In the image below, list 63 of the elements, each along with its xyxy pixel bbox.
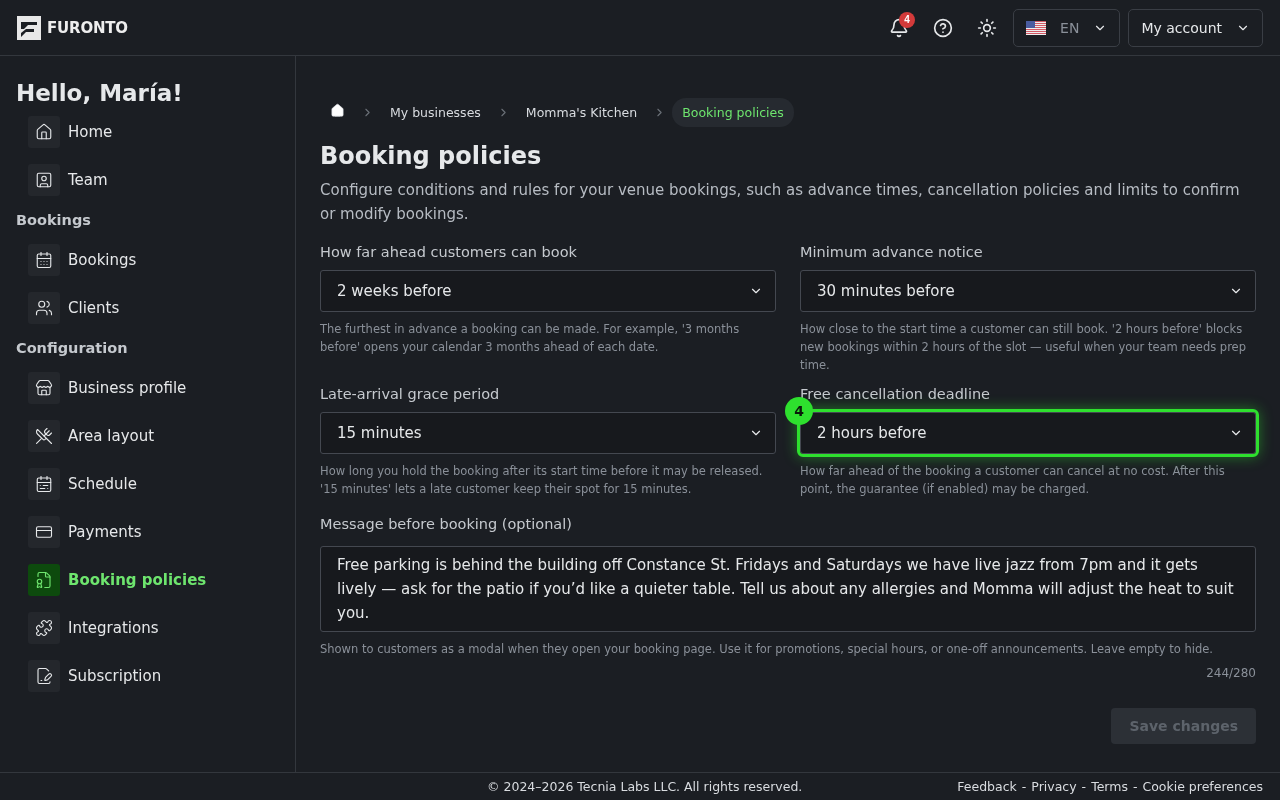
- store-icon: [28, 372, 60, 404]
- sidebar-section-title: Configuration: [16, 340, 129, 356]
- select-field[interactable]: 15 minutes: [320, 412, 776, 454]
- house-icon: [28, 116, 60, 148]
- help-text: How close to the start time a customer can still book. '2 hours before' blocks new bookings within 2 hours of the slot — useful when your team needs prep time.: [800, 321, 1247, 374]
- help-text: The furthest in advance a booking can be made. For example, '3 months before' opens your calendar 3 months ahead of each date.: [320, 321, 741, 356]
- notification-count: 4: [899, 11, 916, 28]
- sidebar-section-title: Bookings: [16, 212, 92, 228]
- footer-link[interactable]: Terms: [1091, 779, 1128, 794]
- character-counter: 244/280: [1206, 666, 1256, 680]
- card-icon: [28, 516, 60, 548]
- field-label: Message before booking (optional): [320, 516, 573, 532]
- account-dropdown[interactable]: My account: [1128, 8, 1263, 47]
- greeting: Hello, María!: [16, 80, 184, 106]
- language-dropdown[interactable]: EN: [1013, 8, 1121, 47]
- help-icon: [933, 17, 954, 38]
- select-field[interactable]: 30 minutes before: [800, 270, 1256, 312]
- help-text: How far ahead of the booking a customer can cancel at no cost. After this point, the guarantee (if enabled) may be charged.: [800, 463, 1226, 498]
- calendar-icon: [28, 468, 60, 500]
- breadcrumb-link[interactable]: My businesses: [380, 97, 491, 127]
- field-label: How far ahead customers can book: [320, 244, 578, 260]
- help-text: How long you hold the booking after its start time before it may be released. '15 minutes' lets a late customer keep their spot for 15 minutes.: [320, 463, 764, 498]
- footer-link[interactable]: Feedback: [957, 779, 1017, 794]
- sidebar-item[interactable]: Schedule: [16, 468, 279, 500]
- home-icon: [330, 103, 345, 118]
- sidebar-item[interactable]: Business profile: [16, 372, 279, 404]
- help-text: Shown to customers as a modal when they open your booking page. Use it for promotions, special hours, or one-off announcements. Leave empty to hide.: [320, 641, 1214, 658]
- sidebar-item[interactable]: Bookings: [16, 244, 279, 276]
- sidebar-item[interactable]: Clients: [16, 292, 279, 324]
- select-field[interactable]: 2 weeks before: [320, 270, 776, 312]
- signature-document-icon: [28, 660, 60, 692]
- badge-document-icon: [28, 564, 60, 596]
- page-title: Booking policies: [320, 142, 543, 170]
- notifications-button[interactable]: 4: [881, 9, 918, 46]
- separator: -: [1081, 779, 1087, 794]
- logo-icon: [17, 15, 41, 40]
- id-badge-icon: [28, 164, 60, 196]
- separator: -: [1021, 779, 1027, 794]
- sidebar-item[interactable]: Area layout: [16, 420, 279, 452]
- calendar-icon: [28, 244, 60, 276]
- separator: -: [1132, 779, 1138, 794]
- breadcrumb-link[interactable]: Booking policies: [672, 97, 794, 127]
- sidebar-item[interactable]: Payments: [16, 516, 279, 548]
- sun-icon: [977, 17, 998, 38]
- flag-icon: [1026, 20, 1047, 35]
- users-icon: [28, 292, 60, 324]
- puzzle-icon: [28, 612, 60, 644]
- sidebar-item[interactable]: Home: [16, 116, 279, 148]
- page-description: Configure conditions and rules for your venue bookings, such as advance times, cancellation policies and limits to confirm or modify bookings.: [320, 180, 1241, 225]
- breadcrumb-link[interactable]: Momma's Kitchen: [515, 97, 648, 127]
- footer-link[interactable]: Cookie preferences: [1142, 779, 1263, 794]
- sidebar-item[interactable]: Booking policies: [16, 564, 279, 596]
- bell-icon: [889, 17, 910, 38]
- sidebar-item[interactable]: Subscription: [16, 660, 279, 692]
- footer-link[interactable]: Privacy: [1031, 779, 1077, 794]
- field-label: Late-arrival grace period: [320, 386, 501, 402]
- field-label: Minimum advance notice: [800, 244, 984, 260]
- sidebar-item[interactable]: Team: [16, 164, 279, 196]
- brand-name: FURONTO: [47, 18, 128, 37]
- utensils-icon: [28, 420, 60, 452]
- message-field[interactable]: Free parking is behind the building off Constance St. Fridays and Saturdays we have live jazz from 7pm and it gets lively — ask for the patio if you’d like a quieter table. Tell us about any allergies and Momma will adjust the heat to suit you.: [320, 546, 1256, 632]
- copyright: © 2024–2026 Tecnia Labs LLC. All rights reserved.: [487, 779, 804, 794]
- sidebar-item[interactable]: Integrations: [16, 612, 279, 644]
